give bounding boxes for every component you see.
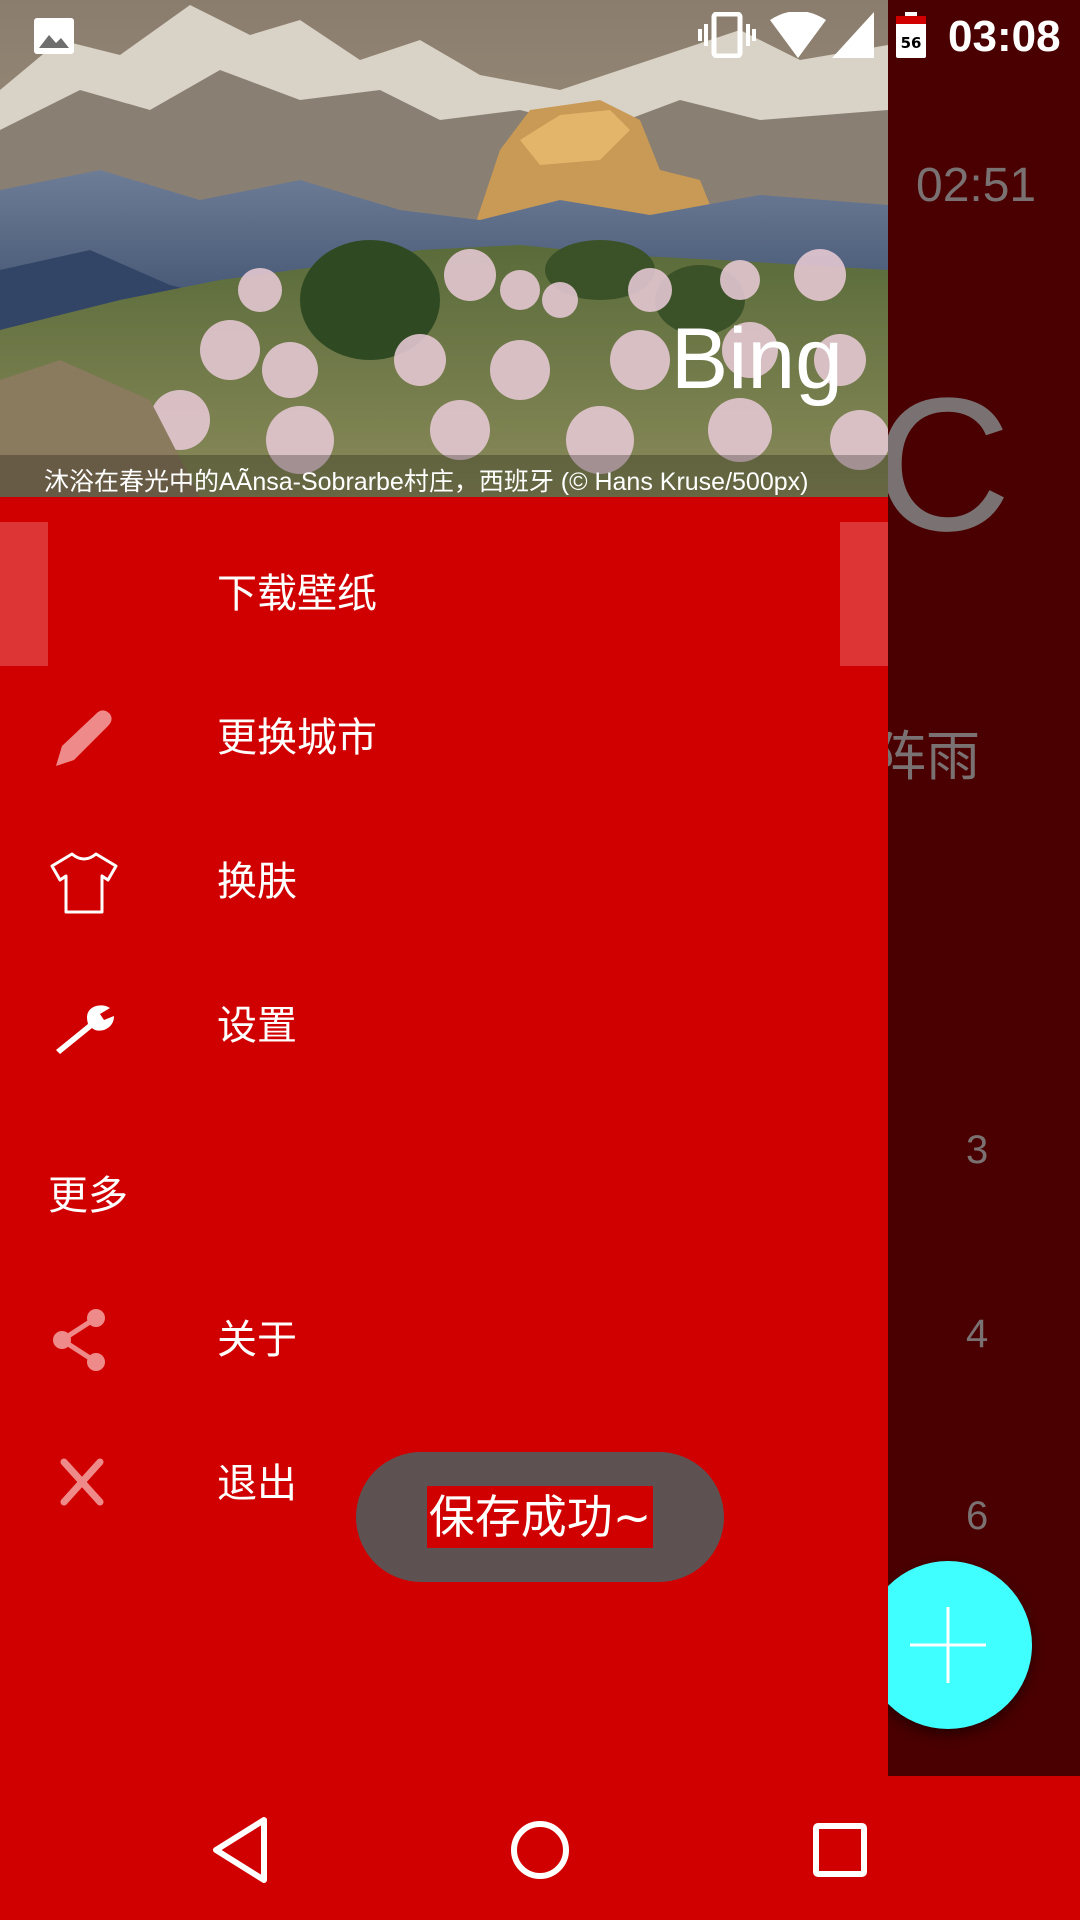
tshirt-icon <box>50 852 118 914</box>
home-icon[interactable] <box>494 1804 586 1896</box>
toast-message: 保存成功~ <box>356 1452 724 1582</box>
menu-item-label: 更换城市 <box>217 715 377 761</box>
status-bar: 56 03:08 <box>0 0 1080 72</box>
bg-time-text: 02:51 <box>916 159 1037 212</box>
status-time: 03:08 <box>948 12 1061 61</box>
bg-temperature-unit: C <box>874 359 1012 571</box>
battery-icon: 56 <box>896 12 926 58</box>
cell-signal-icon <box>832 12 874 58</box>
menu-item-settings[interactable]: 设置 <box>0 954 888 1098</box>
menu-item-label: 退出 <box>217 1461 297 1507</box>
menu-item-download-wallpaper[interactable]: 下载壁纸 <box>0 522 888 666</box>
menu-item-label: 下载壁纸 <box>217 571 377 617</box>
pencil-icon <box>56 710 112 766</box>
header-title: Bing <box>670 311 843 407</box>
battery-level: 56 <box>900 34 922 52</box>
bg-forecast-number: 6 <box>966 1494 989 1538</box>
navigation-bar <box>0 1776 1080 1920</box>
close-icon <box>60 1458 104 1506</box>
bing-wallpaper-image <box>0 0 888 497</box>
menu-item-label: 设置 <box>217 1003 297 1049</box>
bg-weather-text: 阵雨 <box>872 727 980 787</box>
back-icon[interactable] <box>196 1804 288 1896</box>
share-icon <box>53 1309 105 1371</box>
drawer-header: Bing 沐浴在春光中的AÃnsa-Sobrarbe村庄，西班牙 (© Hans… <box>0 0 888 497</box>
menu-item-change-skin[interactable]: 换肤 <box>0 810 888 954</box>
wrench-icon <box>56 1005 114 1054</box>
toast-text: 保存成功~ <box>426 1486 654 1548</box>
bg-forecast-number: 4 <box>966 1312 989 1356</box>
bg-forecast-number: 3 <box>966 1128 989 1172</box>
add-city-fab[interactable] <box>864 1561 1032 1729</box>
menu-item-label: 关于 <box>217 1317 297 1363</box>
selection-highlight <box>840 522 888 666</box>
menu-item-about[interactable]: 关于 <box>0 1268 888 1412</box>
vibrate-icon <box>698 12 756 58</box>
selection-highlight <box>0 522 48 666</box>
plus-icon <box>910 1607 986 1683</box>
section-title-more: 更多 <box>48 1173 128 1219</box>
wifi-icon <box>770 12 826 58</box>
image-notification-icon <box>34 18 74 54</box>
recents-icon[interactable] <box>794 1804 886 1896</box>
menu-item-change-city[interactable]: 更换城市 <box>0 666 888 810</box>
menu-item-label: 换肤 <box>217 859 297 905</box>
wallpaper-caption: 沐浴在春光中的AÃnsa-Sobrarbe村庄，西班牙 (© Hans Krus… <box>44 468 809 496</box>
